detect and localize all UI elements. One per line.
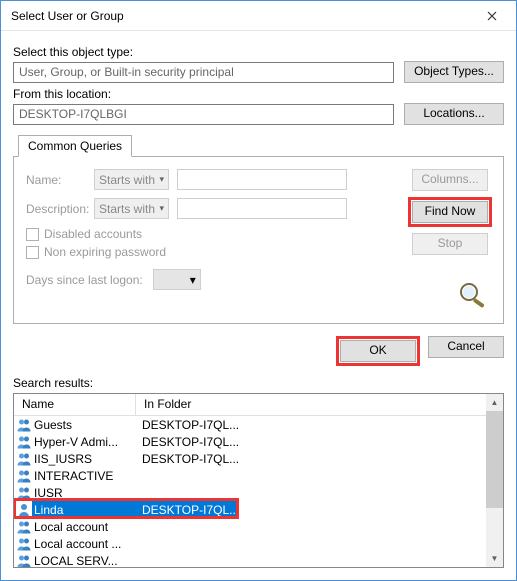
highlight-find-now: Find Now: [408, 197, 492, 227]
result-name: Linda: [32, 503, 136, 517]
group-icon: [16, 451, 32, 467]
result-row[interactable]: INTERACTIVE: [14, 467, 503, 484]
result-row[interactable]: LOCAL SERV...: [14, 552, 503, 567]
find-now-button[interactable]: Find Now: [412, 201, 488, 223]
description-mode-select[interactable]: Starts with▾: [94, 198, 169, 219]
result-folder: DESKTOP-I7QL...: [136, 503, 239, 517]
group-icon: [16, 536, 32, 552]
group-icon: [16, 434, 32, 450]
scroll-track[interactable]: [486, 411, 503, 550]
group-icon: [16, 417, 32, 433]
close-button[interactable]: [472, 2, 512, 30]
locations-button[interactable]: Locations...: [404, 103, 504, 125]
highlight-ok: OK: [336, 336, 420, 366]
result-name: IIS_IUSRS: [32, 452, 136, 466]
search-results-label: Search results:: [1, 376, 516, 393]
close-icon: [487, 11, 497, 21]
result-name: Local account ...: [32, 537, 136, 551]
location-label: From this location:: [13, 87, 504, 101]
query-fields: Name: Starts with▾ Description: Starts w…: [26, 169, 393, 309]
result-row[interactable]: Local account ...: [14, 535, 503, 552]
name-label: Name:: [26, 173, 94, 187]
result-name: Guests: [32, 418, 136, 432]
result-row[interactable]: Local account: [14, 518, 503, 535]
checkbox-box: [26, 246, 39, 259]
group-icon: [16, 553, 32, 568]
magnifier-icon: [455, 279, 491, 309]
scroll-down-button[interactable]: ▼: [486, 550, 503, 567]
location-field[interactable]: DESKTOP-I7QLBGI: [13, 104, 394, 125]
description-label: Description:: [26, 202, 94, 216]
result-row[interactable]: IIS_IUSRSDESKTOP-I7QL...: [14, 450, 503, 467]
vertical-scrollbar[interactable]: ▲ ▼: [486, 394, 503, 567]
query-buttons: Columns... Find Now Stop: [409, 169, 491, 309]
description-input[interactable]: [177, 198, 347, 219]
days-since-logon-label: Days since last logon:: [26, 273, 143, 287]
non-expiring-password-checkbox[interactable]: Non expiring password: [26, 245, 393, 259]
common-queries-tabbox: Common Queries Name: Starts with▾ Descri…: [13, 135, 504, 324]
result-folder: DESKTOP-I7QL...: [136, 435, 503, 449]
result-row[interactable]: IUSR: [14, 484, 503, 501]
chevron-down-icon: ▾: [159, 203, 164, 214]
result-row[interactable]: Hyper-V Admi...DESKTOP-I7QL...: [14, 433, 503, 450]
search-results: Name In Folder GuestsDESKTOP-I7QL...Hype…: [13, 393, 504, 568]
result-folder: DESKTOP-I7QL...: [136, 418, 503, 432]
object-type-label: Select this object type:: [13, 45, 504, 59]
stop-button[interactable]: Stop: [412, 233, 488, 255]
dialog-window: Select User or Group Select this object …: [0, 0, 517, 581]
checkbox-box: [26, 228, 39, 241]
result-row[interactable]: LindaDESKTOP-I7QL...: [14, 501, 503, 518]
ok-button[interactable]: OK: [340, 340, 416, 362]
result-name: Local account: [32, 520, 136, 534]
result-row[interactable]: GuestsDESKTOP-I7QL...: [14, 416, 503, 433]
user-icon: [16, 502, 32, 518]
titlebar: Select User or Group: [1, 1, 516, 31]
chevron-down-icon: ▾: [159, 174, 164, 185]
group-icon: [16, 468, 32, 484]
chevron-down-icon: ▾: [190, 273, 196, 287]
tab-common-queries[interactable]: Common Queries: [18, 135, 132, 157]
result-name: INTERACTIVE: [32, 469, 136, 483]
object-types-button[interactable]: Object Types...: [404, 61, 504, 83]
cancel-button[interactable]: Cancel: [428, 336, 504, 358]
tab-panel: Name: Starts with▾ Description: Starts w…: [13, 156, 504, 324]
col-header-name[interactable]: Name: [14, 394, 136, 415]
group-icon: [16, 519, 32, 535]
name-mode-select[interactable]: Starts with▾: [94, 169, 169, 190]
group-icon: [16, 485, 32, 501]
scroll-thumb[interactable]: [486, 411, 503, 508]
days-since-logon-select[interactable]: ▾: [153, 269, 201, 290]
result-name: Hyper-V Admi...: [32, 435, 136, 449]
results-header[interactable]: Name In Folder: [14, 394, 503, 416]
columns-button[interactable]: Columns...: [412, 169, 488, 191]
result-folder: DESKTOP-I7QL...: [136, 452, 503, 466]
results-body[interactable]: GuestsDESKTOP-I7QL...Hyper-V Admi...DESK…: [14, 416, 503, 567]
result-name: IUSR: [32, 486, 136, 500]
result-name: LOCAL SERV...: [32, 554, 136, 568]
window-title: Select User or Group: [11, 9, 472, 23]
dialog-buttons: OK Cancel: [1, 324, 516, 376]
object-type-field[interactable]: User, Group, or Built-in security princi…: [13, 62, 394, 83]
name-input[interactable]: [177, 169, 347, 190]
scroll-up-button[interactable]: ▲: [486, 394, 503, 411]
col-header-folder[interactable]: In Folder: [136, 394, 503, 415]
dialog-content: Select this object type: User, Group, or…: [1, 31, 516, 324]
disabled-accounts-checkbox[interactable]: Disabled accounts: [26, 227, 393, 241]
